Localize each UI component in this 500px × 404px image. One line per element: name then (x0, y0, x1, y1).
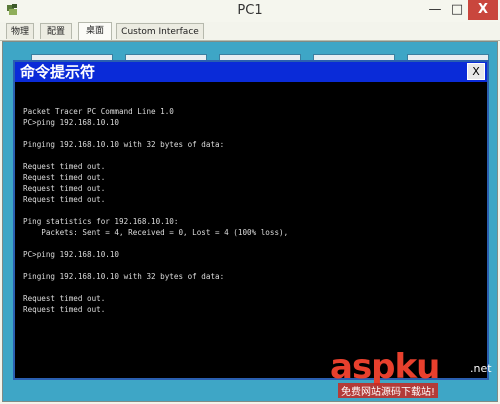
terminal-line: Ping statistics for 192.168.10.10: (23, 217, 179, 226)
terminal-line: Request timed out. (23, 184, 106, 193)
terminal-line: PC>ping 192.168.10.10 (23, 118, 120, 127)
terminal-line: Request timed out. (23, 305, 106, 314)
terminal-line: Packet Tracer PC Command Line 1.0 (23, 107, 174, 116)
window-titlebar: PC1 — □ X (0, 0, 500, 22)
terminal-output[interactable]: Packet Tracer PC Command Line 1.0 PC>ping… (23, 95, 473, 315)
terminal-line: Packets: Sent = 4, Received = 0, Lost = … (23, 228, 289, 237)
terminal-line: Pinging 192.168.10.10 with 32 bytes of d… (23, 272, 225, 281)
tab-config[interactable]: 配置 (40, 23, 72, 39)
watermark-suffix: .net (470, 362, 492, 375)
terminal-line: Pinging 192.168.10.10 with 32 bytes of d… (23, 140, 225, 149)
tab-physical[interactable]: 物理 (6, 23, 34, 39)
terminal-line: Request timed out. (23, 173, 106, 182)
site-watermark: aspku .net 免费网站源码下载站! (330, 350, 495, 402)
watermark-tagline: 免费网站源码下载站! (338, 383, 439, 398)
minimize-button[interactable]: — (424, 0, 446, 20)
maximize-button[interactable]: □ (446, 0, 468, 20)
cmd-titlebar: 命令提示符 X (15, 62, 487, 82)
command-prompt-window[interactable]: 命令提示符 X Packet Tracer PC Command Line 1.… (13, 60, 489, 380)
terminal-line: Request timed out. (23, 195, 106, 204)
terminal-line: Request timed out. (23, 162, 106, 171)
terminal-line: Request timed out. (23, 294, 106, 303)
watermark-logo-text: aspku (330, 347, 440, 387)
close-button[interactable]: X (468, 0, 498, 20)
terminal-line: PC>ping 192.168.10.10 (23, 250, 120, 259)
tab-bar: 物理 配置 桌面 Custom Interface (0, 22, 500, 41)
cmd-close-button[interactable]: X (467, 63, 485, 80)
tab-custom-interface[interactable]: Custom Interface (116, 23, 204, 39)
tab-desktop[interactable]: 桌面 (78, 22, 112, 40)
cmd-title: 命令提示符 (20, 63, 96, 81)
